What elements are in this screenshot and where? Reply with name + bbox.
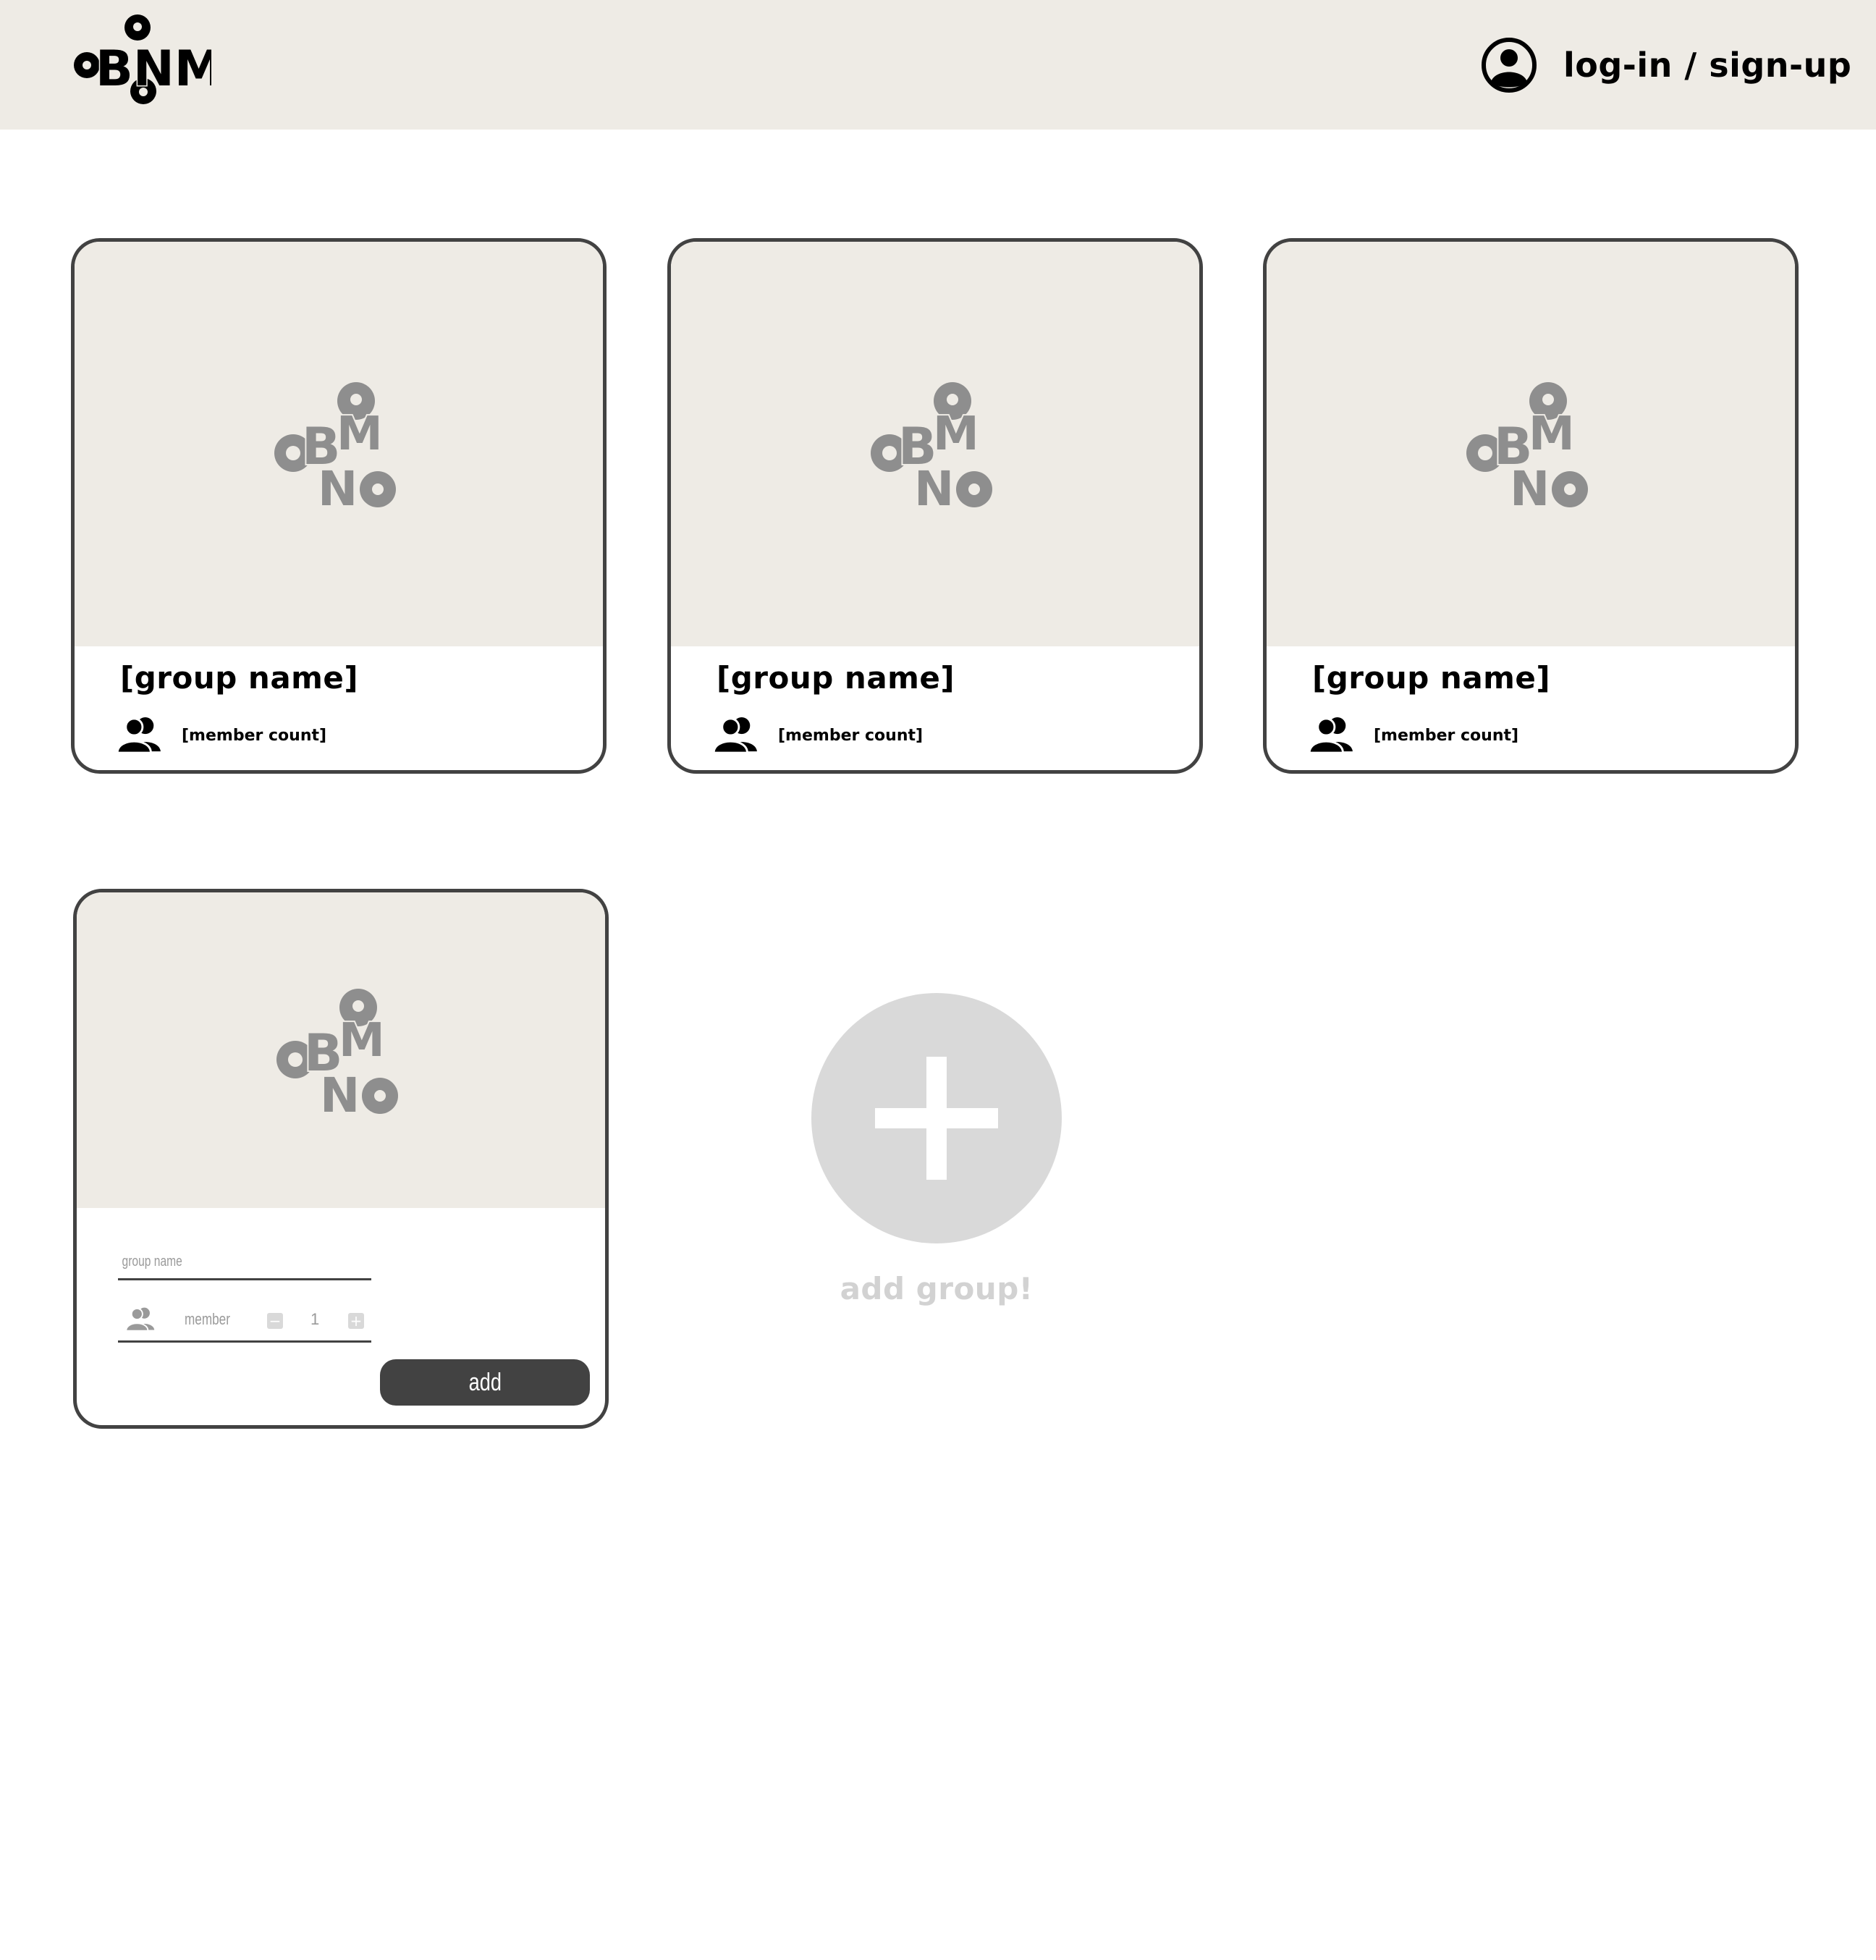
login-signup-label: log-in / sign-up (1563, 46, 1852, 85)
member-count-row: [member count] (713, 717, 923, 754)
new-group-form-card (73, 889, 609, 1429)
group-name-field (118, 1238, 371, 1280)
group-thumbnail (77, 892, 605, 1208)
plus-icon (811, 993, 1062, 1243)
group-logo-icon (273, 381, 396, 507)
decrement-button[interactable]: − (267, 1313, 283, 1329)
group-card[interactable]: [group name] [member count] (71, 238, 607, 774)
add-group-button[interactable]: add group! (811, 993, 1062, 1306)
add-button[interactable]: add (380, 1359, 590, 1406)
user-circle-icon (1482, 38, 1537, 93)
member-value[interactable]: 1 (310, 1310, 319, 1329)
group-logo-icon (1465, 381, 1588, 507)
add-group-label: add group! (840, 1271, 1034, 1306)
group-card[interactable]: [group name] [member count] (667, 238, 1203, 774)
svg-text:BNM: BNM (96, 41, 211, 98)
people-icon (117, 717, 162, 754)
increment-button[interactable]: + (348, 1313, 364, 1329)
group-name: [group name] (120, 660, 359, 696)
add-button-label: add (468, 1368, 502, 1396)
people-icon (1309, 717, 1354, 754)
group-thumbnail (671, 242, 1199, 646)
member-count-row: [member count] (117, 717, 326, 754)
people-icon (125, 1307, 156, 1332)
member-count: [member count] (182, 726, 327, 745)
member-count: [member count] (778, 726, 924, 745)
top-header: BNM log-in / sign-up (0, 0, 1876, 130)
group-name-input[interactable] (121, 1253, 310, 1271)
group-logo-icon (869, 381, 992, 507)
member-label: member (185, 1310, 230, 1328)
cbnm-logo-icon[interactable]: BNM (74, 13, 211, 106)
group-thumbnail (75, 242, 603, 646)
people-icon (713, 717, 759, 754)
group-thumbnail (1267, 242, 1795, 646)
member-field: member − 1 + (118, 1296, 371, 1343)
group-name: [group name] (1312, 660, 1551, 696)
group-name: [group name] (717, 660, 955, 696)
group-logo-icon (275, 987, 398, 1114)
member-count-row: [member count] (1309, 717, 1518, 754)
member-count: [member count] (1374, 726, 1519, 745)
group-card[interactable]: [group name] [member count] (1263, 238, 1799, 774)
login-signup-link[interactable]: log-in / sign-up (1481, 36, 1851, 94)
